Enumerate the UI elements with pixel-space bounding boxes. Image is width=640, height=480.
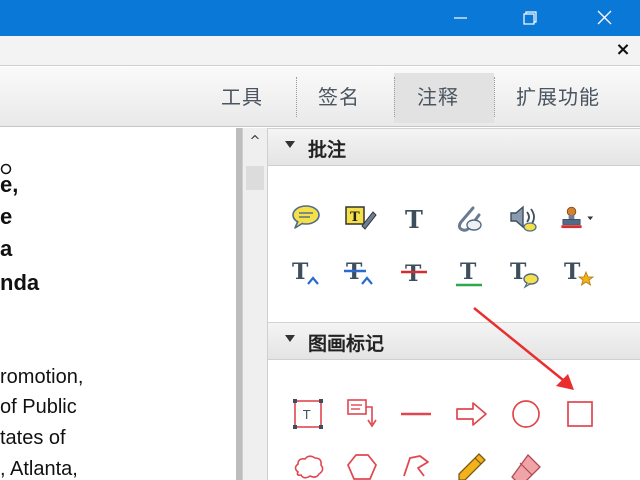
panel-scrollbar[interactable]: ^: [242, 128, 268, 480]
underline-icon: T: [456, 259, 482, 287]
minimize-icon: [454, 17, 467, 19]
line-icon: [401, 412, 431, 416]
record-audio-tool[interactable]: [506, 200, 542, 236]
strikethrough-tool[interactable]: T: [396, 254, 432, 290]
pencil-tool[interactable]: [453, 450, 489, 480]
svg-text:T: T: [460, 259, 477, 285]
document-text-line: nda: [0, 270, 40, 295]
rectangle-tool[interactable]: [562, 396, 598, 432]
connected-lines-icon: [403, 455, 429, 477]
underline-tool[interactable]: T: [451, 254, 487, 290]
text-favorite-tool[interactable]: T: [560, 254, 596, 290]
add-note-to-text-icon: T: [510, 259, 539, 289]
stamp-icon: [561, 206, 594, 229]
text-box-icon: T: [293, 399, 323, 429]
document-text-line: e,: [0, 172, 19, 197]
cloud-icon: [294, 455, 324, 479]
drawing-markups-section-header[interactable]: 图画标记: [268, 322, 640, 360]
cloud-tool[interactable]: [290, 450, 326, 480]
text-box-tool[interactable]: T: [290, 396, 326, 432]
attach-file-icon: [457, 206, 482, 232]
text-favorite-icon: T: [564, 259, 595, 286]
drawing-markups-tools: T: [268, 360, 640, 480]
svg-text:T: T: [405, 261, 422, 287]
main-toolbar: 工具 签名 注释 扩展功能: [0, 67, 640, 127]
sticky-note-icon: [292, 205, 320, 229]
insert-text-tool[interactable]: T: [288, 254, 324, 290]
document-page: e, e a nda romotion, of Public tates of …: [0, 128, 236, 480]
eraser-tool[interactable]: [508, 450, 544, 480]
document-text-line: , Atlanta,: [0, 458, 78, 480]
tab-tools[interactable]: 工具: [221, 81, 263, 113]
oval-icon: [512, 400, 540, 428]
document-tab-bar: ×: [0, 36, 640, 66]
collapse-caret-icon[interactable]: [285, 141, 295, 148]
arrow-icon: [456, 402, 487, 426]
collapse-caret-icon[interactable]: [285, 335, 295, 342]
svg-text:T: T: [405, 205, 423, 234]
close-window-button[interactable]: [581, 0, 627, 36]
annotations-tools: T T T T T T T: [268, 166, 640, 322]
drawing-markups-section-title: 图画标记: [308, 333, 385, 355]
svg-text:T: T: [350, 210, 360, 225]
pencil-icon: [458, 453, 486, 480]
tab-comment[interactable]: 注释: [417, 81, 459, 113]
document-text-line: e: [0, 204, 13, 229]
comment-panel: 批注 T T T T T T T 图画标记 T: [268, 128, 640, 480]
strikethrough-icon: T: [401, 261, 427, 287]
toolbar-separator: [494, 77, 495, 117]
document-text-line: tates of: [0, 427, 66, 449]
close-document-button[interactable]: ×: [612, 38, 634, 62]
callout-icon: [347, 399, 377, 428]
toolbar-separator: [394, 77, 395, 117]
svg-text:T: T: [302, 408, 311, 422]
svg-text:T: T: [564, 259, 581, 285]
attach-file-tool[interactable]: [451, 200, 487, 236]
eraser-icon: [511, 454, 541, 480]
scroll-up-button[interactable]: ^: [243, 128, 267, 156]
window-titlebar: [0, 0, 640, 36]
record-audio-icon: [510, 205, 537, 232]
minimize-button[interactable]: [437, 0, 483, 36]
document-text-line: a: [0, 236, 13, 261]
insert-text-icon: T: [292, 259, 319, 285]
line-tool[interactable]: [398, 396, 434, 432]
oval-tool[interactable]: [508, 396, 544, 432]
annotations-section-title: 批注: [308, 139, 347, 161]
svg-text:T: T: [292, 259, 309, 285]
annotations-section-header[interactable]: 批注: [268, 128, 640, 166]
scroll-thumb[interactable]: [246, 166, 264, 190]
toolbar-separator: [296, 77, 297, 117]
add-text-tool[interactable]: T: [396, 200, 432, 236]
document-text-line: romotion,: [0, 366, 84, 388]
stamp-tool[interactable]: [560, 200, 610, 236]
polygon-icon: [347, 454, 377, 480]
tab-sign[interactable]: 签名: [318, 81, 360, 113]
callout-tool[interactable]: [344, 396, 380, 432]
restore-button[interactable]: [507, 0, 553, 36]
tab-extended[interactable]: 扩展功能: [516, 81, 600, 113]
restore-icon: [523, 11, 537, 25]
polygon-tool[interactable]: [344, 450, 380, 480]
sticky-note-tool[interactable]: [288, 200, 324, 236]
document-text-line: of Public: [0, 396, 77, 418]
highlight-text-icon: T: [345, 206, 377, 230]
close-icon: [597, 10, 612, 25]
arrow-tool[interactable]: [453, 396, 489, 432]
highlight-text-tool[interactable]: T: [342, 200, 378, 236]
replace-text-icon: T: [344, 259, 373, 285]
add-text-icon: T: [405, 205, 423, 234]
add-note-to-text-tool[interactable]: T: [506, 254, 542, 290]
replace-text-tool[interactable]: T: [342, 254, 378, 290]
connected-lines-tool[interactable]: [398, 450, 434, 480]
rectangle-icon: [567, 401, 593, 427]
